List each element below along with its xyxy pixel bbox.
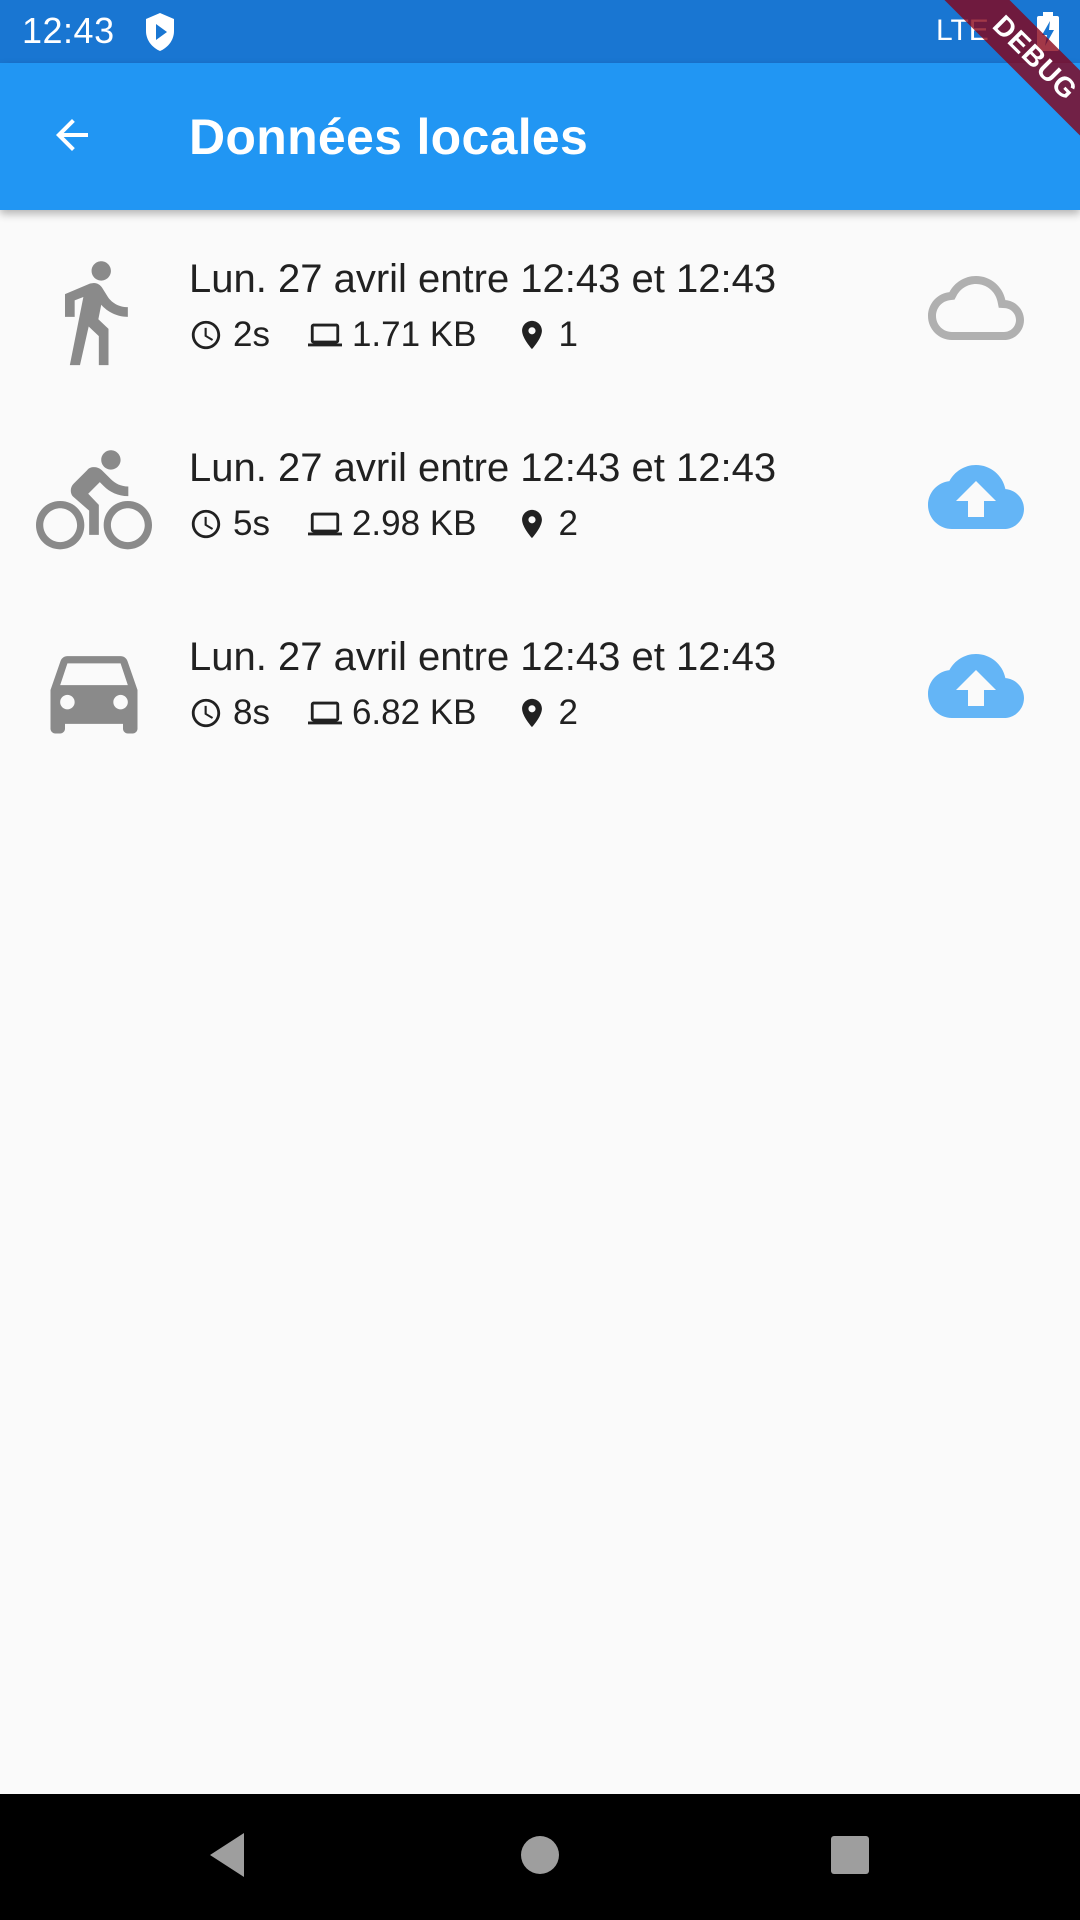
bike-icon	[36, 443, 152, 559]
trip-duration: 2s	[233, 315, 270, 354]
duration-group: 5s	[189, 504, 270, 544]
cloud-upload-icon	[928, 449, 1024, 550]
trip-item[interactable]: Lun. 27 avril entre 12:43 et 12:43 8s 6.…	[0, 588, 1080, 777]
trip-size: 6.82 KB	[351, 693, 477, 732]
walk-icon	[36, 254, 152, 370]
trip-meta: 5s 2.98 KB 2	[189, 501, 616, 547]
duration-group: 2s	[189, 315, 270, 355]
laptop-icon	[307, 323, 342, 347]
trip-item[interactable]: Lun. 27 avril entre 12:43 et 12:43 5s 2.…	[0, 399, 1080, 588]
trip-title: Lun. 27 avril entre 12:43 et 12:43	[189, 446, 777, 490]
triangle-back-icon	[204, 1829, 252, 1886]
trip-list: Lun. 27 avril entre 12:43 et 12:43 2s 1.…	[0, 210, 1080, 777]
duration-group: 8s	[189, 693, 270, 733]
upload-button[interactable]	[928, 640, 1024, 736]
status-bar: 12:43 LTE	[0, 0, 1080, 63]
trip-title: Lun. 27 avril entre 12:43 et 12:43	[189, 635, 777, 679]
car-icon	[36, 632, 152, 748]
cloud-outline-icon	[928, 260, 1024, 361]
app-bar: Données locales	[0, 63, 1080, 210]
size-group: 1.71 KB	[307, 315, 477, 355]
trip-duration: 5s	[233, 504, 270, 543]
trip-points: 2	[558, 693, 578, 732]
clock-icon	[191, 698, 221, 728]
points-group: 2	[515, 504, 578, 544]
trip-duration: 8s	[233, 693, 270, 732]
trip-size: 1.71 KB	[351, 315, 477, 354]
upload-button[interactable]	[928, 262, 1024, 358]
laptop-icon	[307, 512, 342, 536]
trip-points: 2	[558, 504, 578, 543]
back-button[interactable]	[36, 101, 108, 173]
shield-play-icon	[144, 12, 176, 52]
points-group: 1	[515, 315, 578, 355]
square-recents-icon	[829, 1834, 871, 1881]
trip-size: 2.98 KB	[351, 504, 477, 543]
trip-title: Lun. 27 avril entre 12:43 et 12:43	[189, 257, 777, 301]
page-title: Données locales	[189, 109, 589, 165]
status-time: 12:43	[22, 10, 115, 51]
nav-back-button[interactable]	[196, 1825, 260, 1889]
trip-meta: 8s 6.82 KB 2	[189, 690, 616, 736]
trip-points: 1	[558, 315, 578, 354]
size-group: 6.82 KB	[307, 693, 477, 733]
size-group: 2.98 KB	[307, 504, 477, 544]
nav-home-button[interactable]	[508, 1825, 572, 1889]
system-nav-bar	[0, 1794, 1080, 1920]
circle-home-icon	[519, 1834, 561, 1881]
trip-item[interactable]: Lun. 27 avril entre 12:43 et 12:43 2s 1.…	[0, 210, 1080, 399]
trip-meta: 2s 1.71 KB 1	[189, 312, 616, 358]
points-group: 2	[515, 693, 578, 733]
arrow-back-icon	[48, 111, 96, 164]
nav-recents-button[interactable]	[818, 1825, 882, 1889]
clock-icon	[191, 509, 221, 539]
location-pin-icon	[521, 698, 542, 728]
clock-icon	[191, 320, 221, 350]
laptop-icon	[307, 701, 342, 725]
upload-button[interactable]	[928, 451, 1024, 547]
cloud-upload-icon	[928, 638, 1024, 739]
location-pin-icon	[521, 320, 542, 350]
location-pin-icon	[521, 509, 542, 539]
